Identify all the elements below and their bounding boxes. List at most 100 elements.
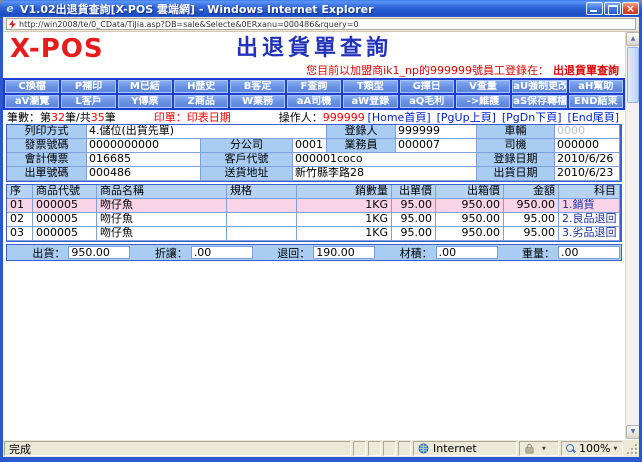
cell-category: 3.劣品退回 bbox=[559, 227, 620, 241]
scroll-down-icon[interactable]: ▼ bbox=[626, 425, 639, 439]
order-form: 列印方式 4.儲位(出貨先單) 登錄人 999999 車輛 0000 發票號碼 … bbox=[6, 124, 622, 182]
button-browse[interactable]: aV瀏覽 bbox=[5, 95, 59, 108]
button-end[interactable]: END結束 bbox=[569, 95, 623, 108]
login-person-field[interactable]: 999999 bbox=[396, 125, 477, 139]
button-closed[interactable]: M已結 bbox=[118, 80, 172, 93]
operator-label: 操作人： bbox=[279, 109, 323, 125]
scroll-up-icon[interactable]: ▲ bbox=[626, 32, 639, 46]
order-no-label: 出單號碼 bbox=[7, 167, 87, 181]
cell-code: 000005 bbox=[33, 213, 97, 227]
protected-mode-caret-icon: ▼ bbox=[542, 446, 546, 452]
cell-code: 000005 bbox=[33, 199, 97, 213]
record-count-mid: 筆/共 bbox=[65, 109, 91, 125]
cell-category: 2.良品退回 bbox=[559, 213, 620, 227]
ship-total-field[interactable]: 950.00 bbox=[68, 246, 130, 259]
address-field[interactable]: 新竹縣李路28 bbox=[293, 167, 477, 181]
toolbar: C換檔 P補印 M已結 H歷史 B客定 F查詢 T類型 G擇日 V查量 aU強制… bbox=[3, 78, 625, 110]
address-label: 送貨地址 bbox=[201, 167, 293, 181]
window-title: V1.02出退貨查詢[X-POS 雲端網] - Windows Internet… bbox=[20, 1, 586, 17]
button-driver[interactable]: aA司機 bbox=[287, 95, 341, 108]
pagination-links: [Home首頁] [PgUp上頁] [PgDn下頁] [End尾頁] bbox=[368, 109, 621, 125]
button-change-file[interactable]: C換檔 bbox=[5, 80, 59, 93]
cell-qty: 1KG bbox=[297, 227, 392, 241]
button-history[interactable]: H歷史 bbox=[174, 80, 228, 93]
cell-code: 000005 bbox=[33, 227, 97, 241]
button-sales[interactable]: W業務 bbox=[230, 95, 284, 108]
url-input[interactable]: http://win2008/te/0_CData/TiJia.asp?DB=s… bbox=[6, 18, 636, 30]
link-home[interactable]: [Home首頁] bbox=[368, 109, 431, 125]
cell-amount: 950.00 bbox=[504, 199, 559, 213]
table-row[interactable]: 01 000005 吻仔魚 1KG 95.00 950.00 950.00 1.… bbox=[7, 199, 620, 213]
reg-date-field[interactable]: 2010/6/26 bbox=[555, 153, 620, 167]
driver-label: 司機 bbox=[477, 139, 555, 153]
zoom-magnifier-icon bbox=[566, 444, 576, 454]
ship-date-field[interactable]: 2010/6/23 bbox=[555, 167, 620, 181]
branch-field[interactable]: 0001 bbox=[293, 139, 327, 153]
title-bar: e V1.02出退貨查詢[X-POS 雲端網] - Windows Intern… bbox=[0, 0, 642, 17]
col-amount: 金額 bbox=[504, 185, 559, 199]
cell-category: 1.銷貨 bbox=[559, 199, 620, 213]
button-pick-date[interactable]: G擇日 bbox=[400, 80, 454, 93]
voucher-field[interactable]: 016685 bbox=[87, 153, 201, 167]
cell-seq: 02 bbox=[7, 213, 33, 227]
button-force-update[interactable]: aU強制更改 bbox=[512, 80, 566, 93]
button-voucher[interactable]: Y傳票 bbox=[118, 95, 172, 108]
weight-field[interactable]: .00 bbox=[558, 246, 620, 259]
url-text: http://win2008/te/0_CData/TiJia.asp?DB=s… bbox=[19, 20, 359, 29]
return-total-field[interactable]: 190.00 bbox=[313, 246, 375, 259]
maximize-button[interactable] bbox=[604, 2, 621, 15]
link-end[interactable]: [End尾頁] bbox=[568, 109, 620, 125]
close-icon: × bbox=[623, 1, 638, 16]
link-pgdn[interactable]: [PgDn下頁] bbox=[502, 109, 562, 125]
cell-seq: 03 bbox=[7, 227, 33, 241]
link-pgup[interactable]: [PgUp上頁] bbox=[437, 109, 496, 125]
branch-label: 分公司 bbox=[201, 139, 293, 153]
voucher-label: 會計傳票 bbox=[7, 153, 87, 167]
vertical-scrollbar[interactable]: ▲ ▼ bbox=[625, 32, 639, 439]
status-message: 完成 bbox=[9, 441, 31, 457]
security-zone-panel: Internet bbox=[413, 441, 517, 456]
table-row[interactable]: 03 000005 吻仔魚 1KG 95.00 950.00 95.00 3.劣… bbox=[7, 227, 620, 241]
button-margin[interactable]: aQ毛利 bbox=[400, 95, 454, 108]
cell-spec bbox=[227, 227, 297, 241]
customer-code-label: 客戶代號 bbox=[201, 153, 293, 167]
discount-field[interactable]: .00 bbox=[191, 246, 253, 259]
button-customer[interactable]: L客戶 bbox=[61, 95, 115, 108]
toolbar-row-2: aV瀏覽 L客戶 Y傳票 Z商品 W業務 aA司機 aW登錄 aQ毛利 ->維護… bbox=[4, 94, 624, 109]
cell-box-price: 950.00 bbox=[436, 213, 504, 227]
page-title: 出退貨單查詢 bbox=[3, 35, 625, 63]
button-product[interactable]: Z商品 bbox=[174, 95, 228, 108]
minimize-button[interactable] bbox=[586, 2, 603, 15]
button-reprint[interactable]: P補印 bbox=[61, 80, 115, 93]
driver-field[interactable]: 000000 bbox=[555, 139, 620, 153]
close-button[interactable]: × bbox=[622, 2, 639, 15]
button-check-qty[interactable]: V查量 bbox=[456, 80, 510, 93]
table-row[interactable]: 02 000005 吻仔魚 1KG 95.00 950.00 95.00 2.良… bbox=[7, 213, 620, 227]
order-no-field[interactable]: 000486 bbox=[87, 167, 201, 181]
button-maintain[interactable]: ->維護 bbox=[456, 95, 510, 108]
print-mode-select[interactable]: 4.儲位(出貨先單) bbox=[87, 125, 327, 139]
protected-mode-panel[interactable]: ▼ bbox=[519, 441, 559, 456]
status-message-panel: 完成 bbox=[4, 441, 351, 456]
print-mode-label: 列印方式 bbox=[7, 125, 87, 139]
button-help[interactable]: aH幫助 bbox=[569, 80, 623, 93]
login-person-label: 登錄人 bbox=[327, 125, 396, 139]
customer-code-field[interactable]: 000001coco bbox=[293, 153, 477, 167]
resize-grip[interactable] bbox=[625, 441, 639, 456]
zoom-caret-icon: ▼ bbox=[613, 446, 617, 452]
invoice-label: 發票號碼 bbox=[7, 139, 87, 153]
cell-unit-price: 95.00 bbox=[392, 213, 436, 227]
button-login[interactable]: aW登錄 bbox=[343, 95, 397, 108]
col-product-code: 商品代號 bbox=[33, 185, 97, 199]
salesman-field[interactable]: 000007 bbox=[396, 139, 477, 153]
zoom-panel[interactable]: 100% ▼ bbox=[561, 441, 623, 456]
invoice-field[interactable]: 0000000000 bbox=[87, 139, 201, 153]
button-save-transfer[interactable]: aS保存轉檔 bbox=[512, 95, 566, 108]
cell-spec bbox=[227, 213, 297, 227]
button-customer-order[interactable]: B客定 bbox=[230, 80, 284, 93]
cell-name: 吻仔魚 bbox=[97, 213, 227, 227]
volume-field[interactable]: .00 bbox=[436, 246, 498, 259]
button-type[interactable]: T類型 bbox=[343, 80, 397, 93]
button-query[interactable]: F查詢 bbox=[287, 80, 341, 93]
scrollbar-thumb[interactable] bbox=[627, 47, 639, 103]
